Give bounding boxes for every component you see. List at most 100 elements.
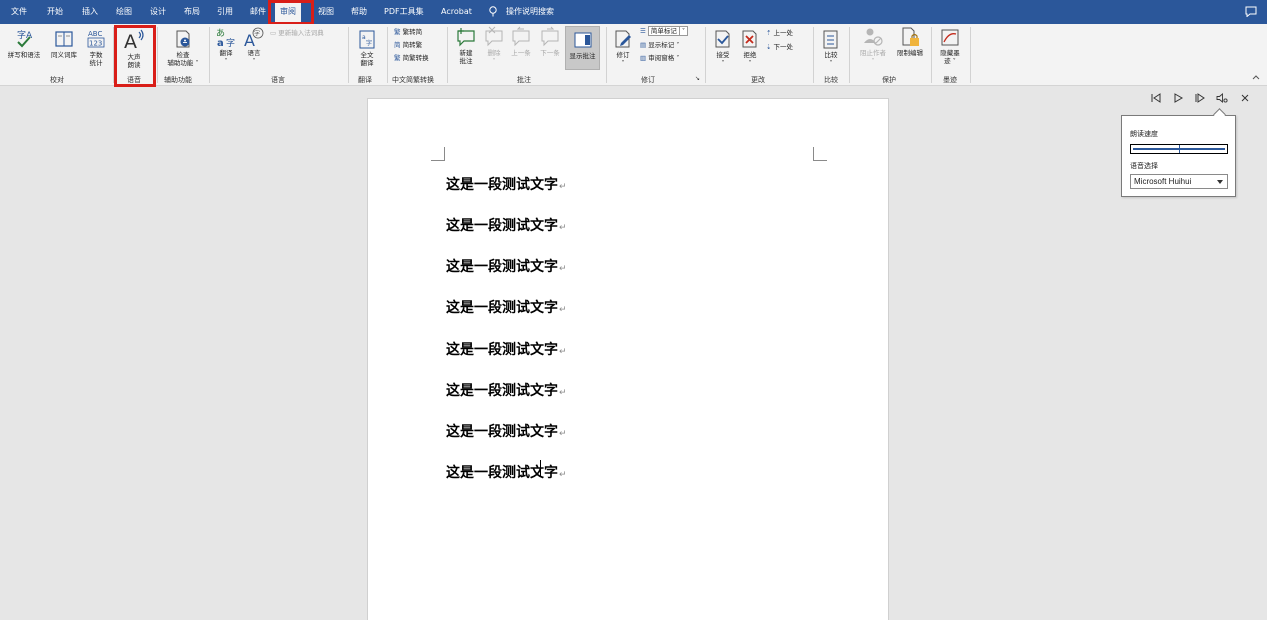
separator (447, 27, 448, 83)
chinese-conversion-button[interactable]: 繁 简繁转换 (394, 54, 429, 63)
tab-design[interactable]: 设计 (150, 0, 166, 24)
comment-icon[interactable] (1245, 6, 1257, 17)
group-label-speech: 语音 (127, 76, 141, 84)
next-paragraph-icon[interactable] (1194, 92, 1206, 104)
collapse-ribbon-icon[interactable] (1252, 74, 1260, 80)
hide-ink-button[interactable]: 隐藏墨 迹 ˅ (935, 26, 965, 65)
reject-button[interactable]: 拒绝 ˅ (738, 28, 762, 67)
show-comments-icon (574, 32, 591, 48)
voice-label: 语音选择 (1130, 162, 1158, 170)
delete-comment-button[interactable]: 删除 ˅ (482, 26, 506, 65)
document-line[interactable]: 这是一段测试文字↵ (446, 256, 567, 276)
tab-references[interactable]: 引用 (217, 0, 233, 24)
next-comment-button[interactable]: 下一条 (536, 26, 564, 57)
next-comment-icon (541, 26, 559, 47)
read-aloud-button[interactable]: A 大声 朗读 (120, 28, 148, 69)
tab-layout[interactable]: 布局 (184, 0, 200, 24)
next-change-button[interactable]: ⇣ 下一处 (766, 43, 793, 52)
document-line[interactable]: 这是一段测试文字↵ (446, 462, 567, 482)
paragraph-mark-icon: ↵ (559, 347, 567, 357)
separator (849, 27, 850, 83)
compare-button[interactable]: 比较 ˅ (818, 28, 844, 67)
document-line[interactable]: 这是一段测试文字↵ (446, 421, 567, 441)
thesaurus-button[interactable]: 同义词库 (47, 28, 81, 59)
group-label-proofing: 校对 (50, 76, 64, 84)
full-translate-button[interactable]: a 字 全文 翻译 (353, 28, 381, 67)
block-authors-button[interactable]: 阻止作者 ˅ (855, 26, 891, 65)
word-count-button[interactable]: ABC 123 字数 统计 (85, 28, 107, 67)
update-ime-dictionary-button[interactable]: ▭ 更新输入法词典 (270, 29, 324, 38)
tell-me-search[interactable]: 操作说明搜索 (506, 0, 554, 24)
separator (970, 27, 971, 83)
previous-paragraph-icon[interactable] (1150, 92, 1162, 104)
paragraph-mark-icon: ↵ (559, 429, 567, 439)
accept-icon (715, 30, 730, 48)
svg-text:A: A (124, 31, 137, 52)
separator (705, 27, 706, 83)
translate-button[interactable]: あ a 字 翻译 ˅ (214, 26, 238, 65)
track-changes-button[interactable]: 修订 ˅ (611, 28, 635, 67)
show-comments-button[interactable]: 显示批注 (565, 26, 600, 70)
separator (387, 27, 388, 83)
separator (113, 27, 114, 83)
reject-icon (742, 30, 757, 48)
document-line[interactable]: 这是一段测试文字↵ (446, 297, 567, 317)
document-page[interactable]: 这是一段测试文字↵ 这是一段测试文字↵ 这是一段测试文字↵ 这是一段测试文字↵ … (367, 98, 889, 620)
group-label-translate: 翻译 (358, 76, 372, 84)
play-icon[interactable] (1172, 92, 1184, 104)
chevron-down-icon: ˅ (679, 26, 689, 36)
block-authors-icon (864, 28, 883, 46)
close-icon[interactable] (1239, 92, 1251, 104)
lock-document-icon (902, 27, 919, 46)
tab-home[interactable]: 开始 (47, 0, 63, 24)
tab-pdf-tools[interactable]: PDF工具集 (384, 0, 424, 24)
tab-file[interactable]: 文件 (11, 0, 27, 24)
group-label-chinese-conversion: 中文简繁转换 (392, 76, 434, 84)
tab-acrobat[interactable]: Acrobat (441, 0, 472, 24)
group-label-compare: 比较 (824, 76, 838, 84)
spelling-button[interactable]: 字A 拼写和语法 (6, 28, 42, 59)
group-label-protect: 保护 (882, 76, 896, 84)
dialog-launcher-icon[interactable]: ↘ (695, 75, 700, 82)
separator (813, 27, 814, 83)
document-line[interactable]: 这是一段测试文字↵ (446, 174, 567, 194)
simp-to-trad-icon: 简 (394, 41, 403, 49)
document-line[interactable]: 这是一段测试文字↵ (446, 215, 567, 235)
translate-icon: あ a 字 (216, 28, 235, 48)
restrict-editing-button[interactable]: 限制编辑 (893, 26, 927, 57)
tab-help[interactable]: 帮助 (351, 0, 367, 24)
speed-slider[interactable] (1130, 144, 1228, 154)
svg-text:123: 123 (89, 40, 102, 48)
speed-slider-thumb[interactable] (1179, 145, 1180, 153)
tab-mailings[interactable]: 邮件 (250, 0, 266, 24)
speaker-settings-icon[interactable] (1216, 92, 1228, 104)
paragraph-mark-icon: ↵ (559, 182, 567, 192)
svg-text:字: 字 (366, 39, 372, 47)
chevron-down-icon (1217, 180, 1223, 184)
voice-select[interactable]: Microsoft Huihui (1130, 174, 1228, 189)
tab-draw[interactable]: 绘图 (116, 0, 132, 24)
document-line[interactable]: 这是一段测试文字↵ (446, 339, 567, 359)
review-pane-button[interactable]: ▥ 审阅窗格 ˅ (640, 54, 680, 63)
margin-corner-top-right (813, 147, 827, 161)
tab-review[interactable]: 审阅 (275, 2, 301, 24)
document-translate-icon: a 字 (359, 30, 375, 49)
language-button[interactable]: A 字 语言 ˅ (241, 26, 267, 65)
tab-insert[interactable]: 插入 (82, 0, 98, 24)
previous-comment-button[interactable]: 上一条 (508, 26, 534, 57)
text-cursor (540, 460, 541, 477)
tab-view[interactable]: 视图 (318, 0, 334, 24)
accept-button[interactable]: 接受 ˅ (711, 28, 735, 67)
new-comment-button[interactable]: 新建 批注 (452, 26, 480, 65)
group-label-accessibility: 辅助功能 (164, 76, 192, 84)
check-accessibility-button[interactable]: 检查 辅助功能 ˅ (160, 28, 206, 67)
trad-to-simp-button[interactable]: 繁 繁转简 (394, 28, 422, 37)
group-label-comments: 批注 (517, 76, 531, 84)
markup-select[interactable]: ☰ 简单标记 ˅ (640, 26, 689, 36)
ribbon: 字A 拼写和语法 同义词库 ABC 123 字数 统计 校对 A 大声 朗读 语… (0, 24, 1267, 86)
simp-to-trad-button[interactable]: 简 简转繁 (394, 41, 422, 50)
previous-change-button[interactable]: ⇡ 上一处 (766, 29, 793, 38)
document-line[interactable]: 这是一段测试文字↵ (446, 380, 567, 400)
show-markup-button[interactable]: ▤ 显示标记 ˅ (640, 41, 680, 50)
review-pane-icon: ▥ (640, 54, 649, 62)
